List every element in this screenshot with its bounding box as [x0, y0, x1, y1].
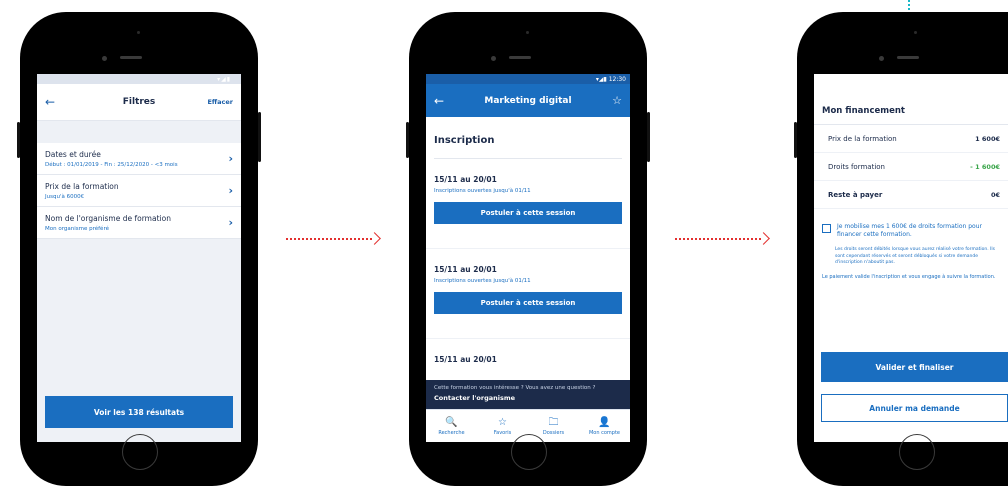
star-icon: ☆	[498, 416, 507, 428]
filter-title: Nom de l'organisme de formation	[45, 213, 171, 223]
filter-value: Mon organisme préféré	[45, 225, 109, 232]
checkbox[interactable]	[822, 224, 831, 233]
arrow-left-icon[interactable]: ←	[45, 95, 75, 109]
line-amount: 1 600€	[975, 134, 1000, 143]
chevron-right-icon: ›	[228, 184, 233, 197]
phone-frame-training: ▾◢▮ 12:30 ← Marketing digital ☆ Inscript…	[406, 12, 650, 486]
filters-header: ← Filtres Effacer	[37, 84, 241, 121]
contact-link[interactable]: Contacter l'organisme	[434, 394, 622, 402]
arrow-left-icon[interactable]: ←	[434, 94, 454, 108]
status-icons: ▾◢▮	[217, 75, 231, 83]
section-title: Inscription	[434, 117, 622, 159]
cancel-request-button[interactable]: Annuler ma demande	[821, 394, 1008, 422]
chevron-right-icon: ›	[228, 216, 233, 229]
page-title: Mon financement	[814, 74, 1008, 125]
camera-dot	[879, 56, 884, 61]
mobilize-rights-checkbox-row[interactable]: Je mobilise mes 1 600€ de droits formati…	[814, 209, 1008, 239]
contact-banner: Cette formation vous intéresse ? Vous av…	[426, 380, 630, 410]
tab-label: Favoris	[493, 429, 512, 436]
filters-screen: ▾◢▮ ← Filtres Effacer Dates et durée Déb…	[37, 74, 241, 442]
session-dates: 15/11 au 20/01	[434, 175, 497, 184]
arrow-head-icon	[757, 232, 770, 245]
home-button[interactable]	[511, 434, 547, 470]
status-bar: ▾◢▮	[37, 74, 241, 84]
status-time: ▾◢▮ 12:30	[595, 75, 626, 83]
filter-value: Jusqu'à 6000€	[45, 193, 85, 200]
front-camera	[526, 31, 529, 34]
session-note: Inscriptions ouvertes jusqu'à 01/11	[434, 188, 531, 194]
camera-dot	[102, 56, 107, 61]
search-icon: 🔍	[445, 416, 458, 428]
filter-title: Dates et durée	[45, 149, 101, 159]
decorative-dots	[908, 0, 911, 12]
tab-label: Mon compte	[588, 429, 621, 436]
training-screen: ▾◢▮ 12:30 ← Marketing digital ☆ Inscript…	[426, 74, 630, 442]
line-label: Prix de la formation	[828, 134, 897, 143]
spacer	[37, 121, 241, 143]
front-camera	[137, 31, 140, 34]
clear-button[interactable]: Effacer	[203, 98, 233, 106]
line-amount: 0€	[990, 190, 1000, 199]
page-title: Filtres	[122, 97, 156, 107]
speaker	[120, 56, 142, 59]
camera-dot	[491, 56, 496, 61]
arrow-head-icon	[368, 232, 381, 245]
flow-arrow	[286, 232, 382, 246]
phone-frame-financing: Mon financement Prix de la formation 1 6…	[794, 12, 1008, 486]
speaker	[509, 56, 531, 59]
tab-mon-compte[interactable]: 👤 Mon compte	[579, 410, 630, 442]
banner-question: Cette formation vous intéresse ? Vous av…	[434, 385, 596, 391]
validate-button[interactable]: Valider et finaliser	[821, 352, 1008, 382]
filter-row-organisme[interactable]: Nom de l'organisme de formation Mon orga…	[37, 207, 241, 239]
user-icon: 👤	[598, 416, 611, 428]
status-bar: ▾◢▮ 12:30	[426, 74, 630, 84]
rights-line: Droits formation - 1 600€	[814, 153, 1008, 181]
chevron-right-icon: ›	[228, 152, 233, 165]
flow-arrow	[675, 232, 771, 246]
empty-area	[37, 239, 241, 394]
line-label: Droits formation	[828, 162, 885, 171]
tab-label: Dossiers	[542, 429, 565, 436]
filter-value: Début : 01/01/2019 - Fin : 25/12/2020 - …	[45, 161, 178, 168]
page-title: Marketing digital	[484, 95, 572, 106]
rights-note: Les droits seront débités lorsque vous a…	[835, 247, 996, 265]
tab-recherche[interactable]: 🔍 Recherche	[426, 410, 477, 442]
price-line: Prix de la formation 1 600€	[814, 125, 1008, 153]
apply-session-button[interactable]: Postuler à cette session	[434, 202, 622, 224]
session-card: 15/11 au 20/01 Inscriptions ouvertes jus…	[426, 159, 630, 249]
dotted-line	[286, 238, 372, 240]
checkbox-label: Je mobilise mes 1 600€ de droits formati…	[837, 223, 982, 238]
payment-note: Le paiement valide l'inscription et vous…	[822, 273, 996, 280]
filter-row-price[interactable]: Prix de la formation Jusqu'à 6000€ ›	[37, 175, 241, 207]
session-dates: 15/11 au 20/01	[434, 355, 497, 364]
folder-icon: 🗀	[548, 416, 559, 428]
line-amount: - 1 600€	[970, 162, 1000, 171]
tab-label: Recherche	[438, 429, 465, 436]
line-label: Reste à payer	[828, 190, 883, 199]
remaining-line: Reste à payer 0€	[814, 181, 1008, 209]
phone-frame-filters: ▾◢▮ ← Filtres Effacer Dates et durée Déb…	[17, 12, 261, 486]
session-note: Inscriptions ouvertes jusqu'à 01/11	[434, 278, 531, 284]
favorite-star-icon[interactable]: ☆	[602, 94, 622, 107]
session-card: 15/11 au 20/01 Inscriptions ouvertes jus…	[426, 249, 630, 339]
session-dates: 15/11 au 20/01	[434, 265, 497, 274]
home-button[interactable]	[899, 434, 935, 470]
financing-screen: Mon financement Prix de la formation 1 6…	[814, 74, 1008, 442]
see-results-button[interactable]: Voir les 138 résultats	[45, 396, 233, 428]
dotted-line	[675, 238, 761, 240]
front-camera	[914, 31, 917, 34]
filter-title: Prix de la formation	[45, 181, 119, 191]
filter-row-dates[interactable]: Dates et durée Début : 01/01/2019 - Fin …	[37, 143, 241, 175]
speaker	[897, 56, 919, 59]
training-header: ← Marketing digital ☆	[426, 84, 630, 117]
apply-session-button[interactable]: Postuler à cette session	[434, 292, 622, 314]
home-button[interactable]	[122, 434, 158, 470]
